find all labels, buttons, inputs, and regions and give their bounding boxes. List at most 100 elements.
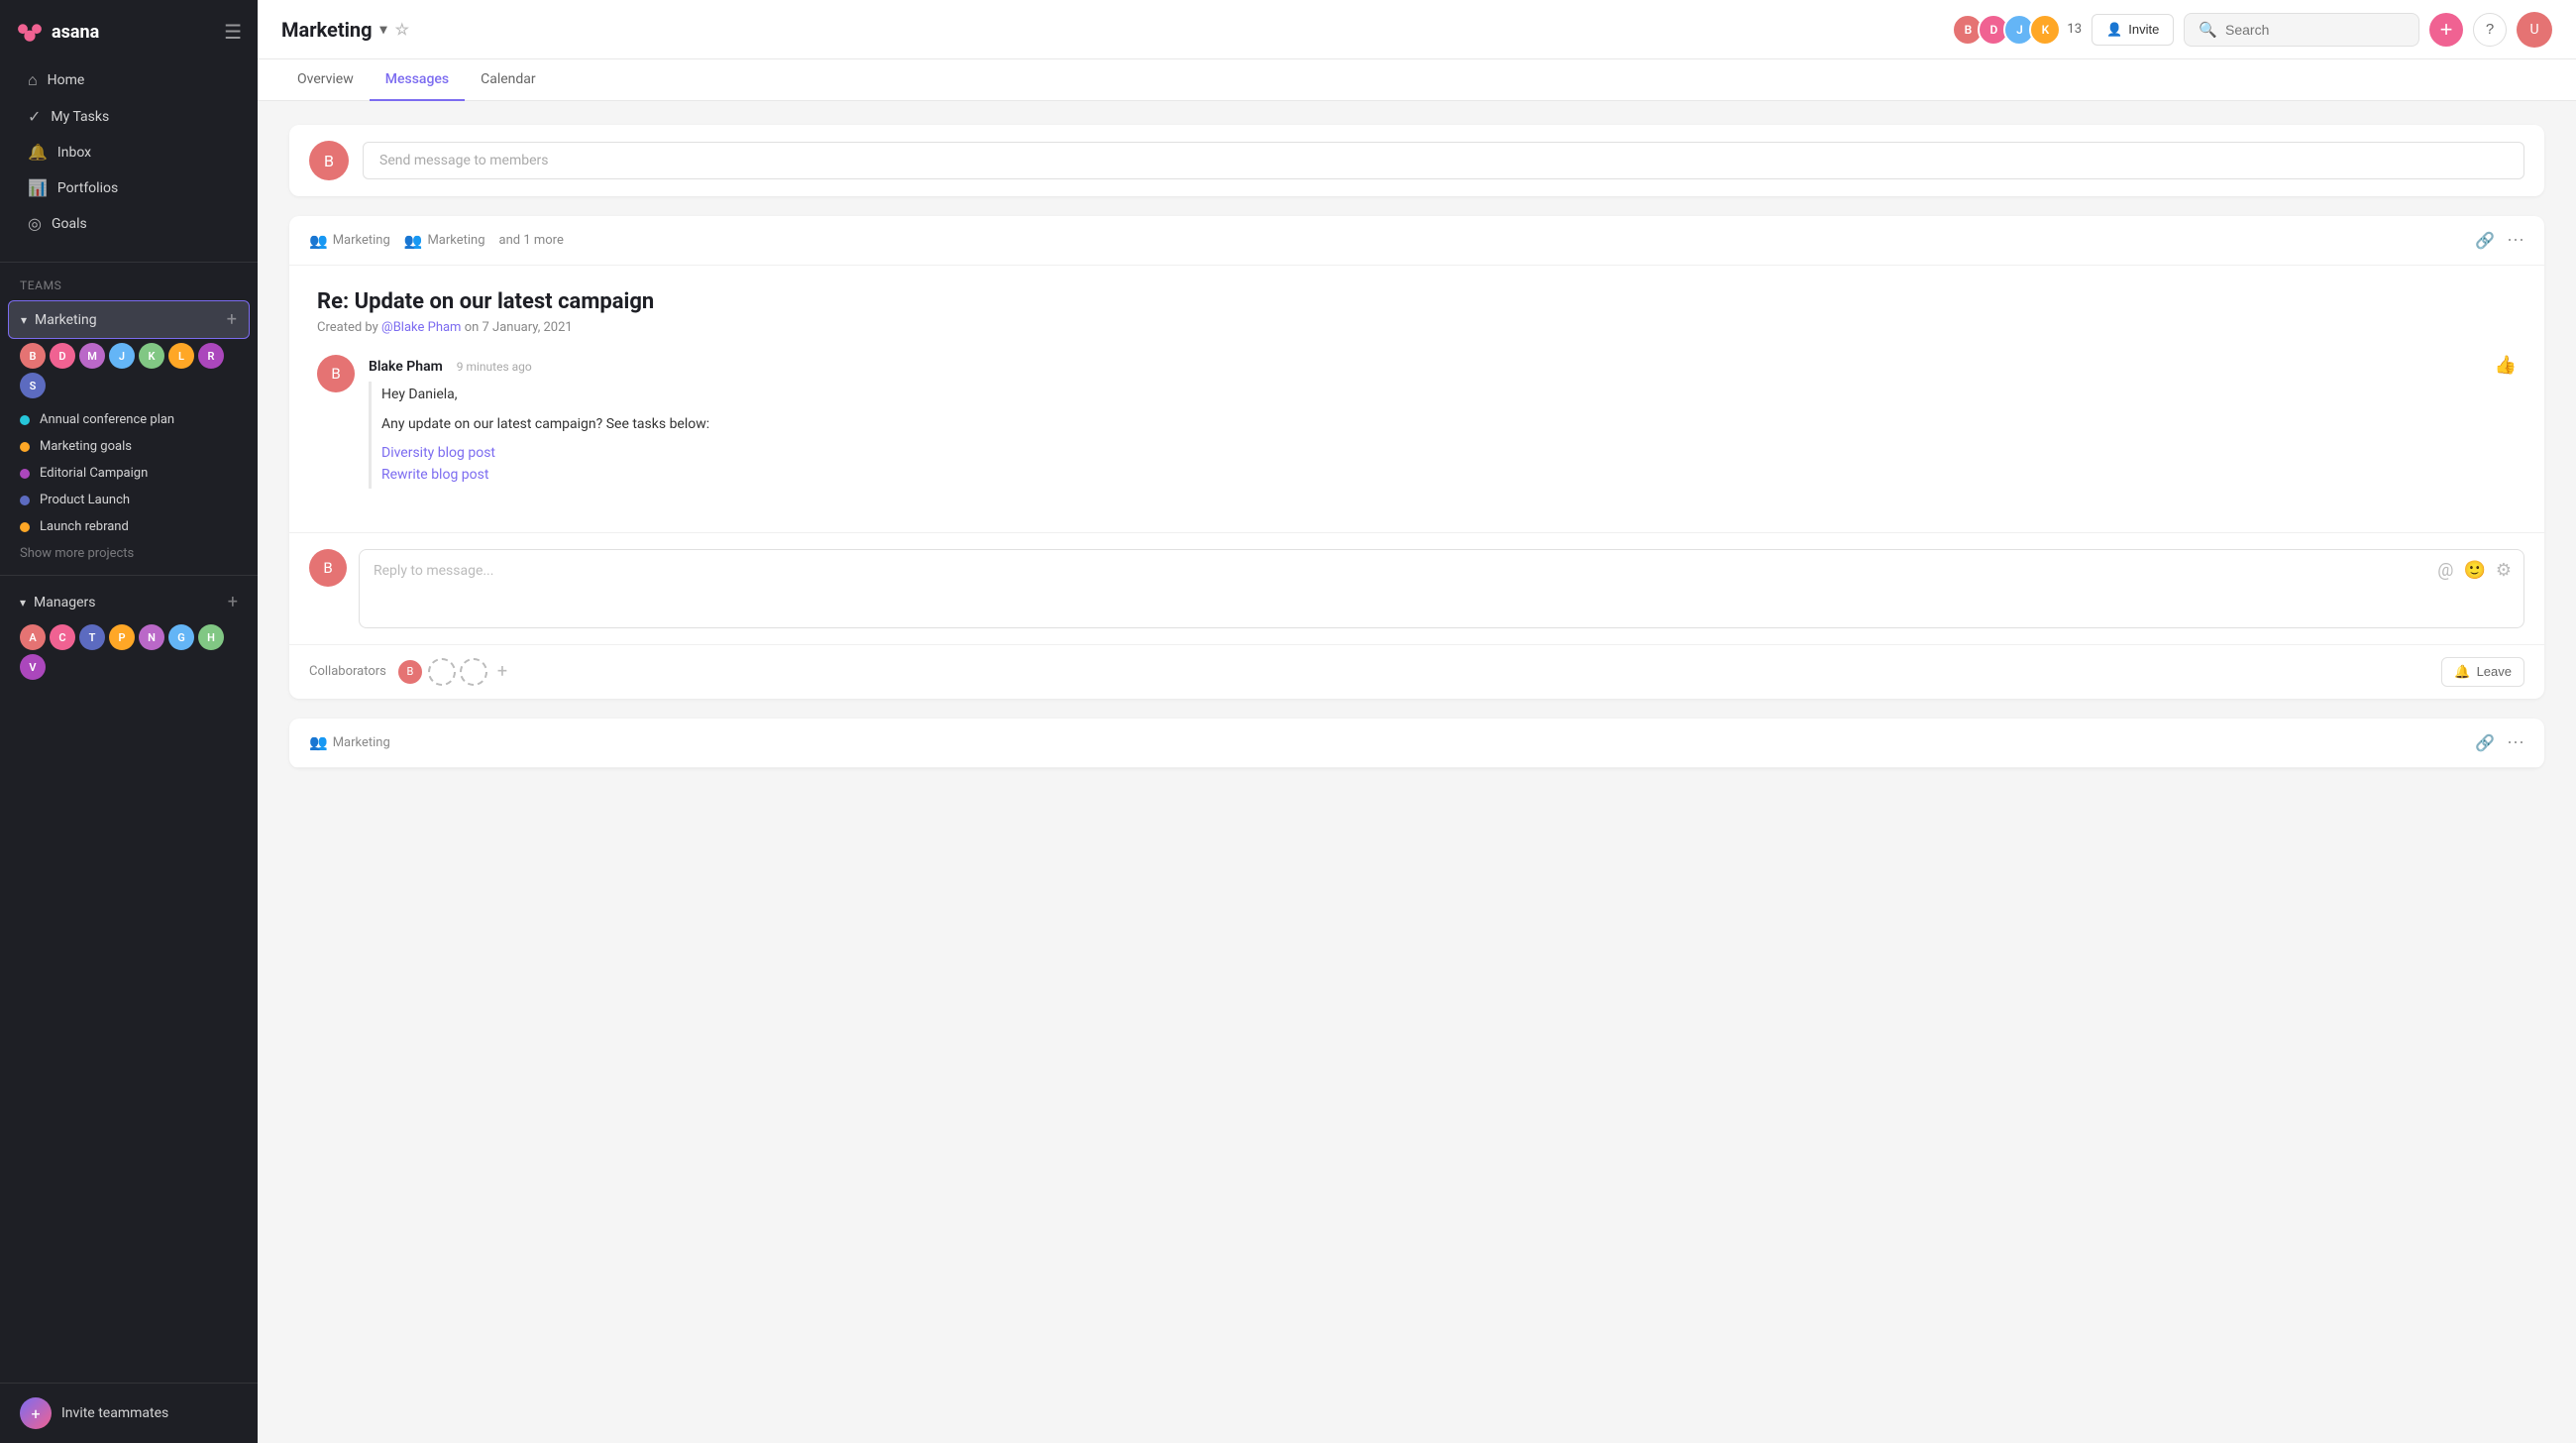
person-plus-icon: 👤: [2106, 22, 2122, 38]
project-item-annual-conference[interactable]: Annual conference plan: [0, 406, 258, 433]
tab-overview[interactable]: Overview: [281, 59, 370, 101]
add-collaborator-placeholder: [460, 658, 487, 686]
main-area: Marketing ▾ ☆ B D J K 13 👤 Invite 🔍 +: [258, 0, 2576, 1443]
header-actions: 🔗 ⋯: [2475, 230, 2524, 251]
add-collaborator-button[interactable]: +: [497, 661, 507, 682]
bell-icon: 🔔: [28, 143, 48, 162]
sidebar-toggle[interactable]: ☰: [224, 20, 242, 44]
avatar: V: [20, 654, 46, 680]
composer-avatar: B: [309, 141, 349, 180]
avatar: C: [50, 624, 75, 650]
page-title: Marketing ▾ ☆: [281, 18, 1940, 42]
avatar: N: [139, 624, 164, 650]
add-collaborator-placeholder: [428, 658, 456, 686]
check-icon: ✓: [28, 107, 41, 126]
link-icon[interactable]: 🔗: [2475, 231, 2495, 250]
message-body: Re: Update on our latest campaign Create…: [289, 266, 2544, 532]
sidebar-header: asana ☰: [0, 0, 258, 57]
collaborators-bar: Collaborators B + 🔔 Leave: [289, 644, 2544, 699]
message-title: Re: Update on our latest campaign: [317, 289, 2517, 314]
reply-area: B Reply to message... @ 🙂 ⚙: [289, 532, 2544, 644]
avatar: J: [109, 343, 135, 369]
avatar: M: [79, 343, 105, 369]
reply-composer: B Reply to message... @ 🙂 ⚙: [309, 549, 2524, 628]
search-box[interactable]: 🔍: [2184, 13, 2419, 47]
chevron-down-icon: ▾: [21, 313, 27, 327]
link-icon[interactable]: 🔗: [2475, 733, 2495, 752]
project-item-launch-rebrand[interactable]: Launch rebrand: [0, 513, 258, 540]
tabs-bar: Overview Messages Calendar: [258, 59, 2576, 101]
like-button[interactable]: 👍: [2495, 355, 2517, 376]
tab-messages[interactable]: Messages: [370, 59, 465, 101]
message-content: Blake Pham 9 minutes ago 👍 Hey Daniela, …: [369, 355, 2517, 489]
add-team-project-button[interactable]: +: [228, 592, 238, 612]
reply-toolbar: @ 🙂 ⚙: [2437, 560, 2512, 581]
message-thread-card: 👥 Marketing 👥 Marketing and 1 more 🔗 ⋯ R…: [289, 216, 2544, 699]
sidebar-item-portfolios[interactable]: 📊 Portfolios: [8, 170, 250, 205]
project-dot: [20, 496, 30, 505]
sidebar-item-inbox[interactable]: 🔔 Inbox: [8, 135, 250, 169]
second-recipient: 👥 Marketing: [309, 733, 390, 751]
avatar: K: [139, 343, 164, 369]
sidebar-item-home[interactable]: ⌂ Home: [8, 62, 250, 98]
sidebar-item-goals[interactable]: ◎ Goals: [8, 206, 250, 241]
invite-button[interactable]: 👤 Invite: [2092, 14, 2174, 46]
reply-input[interactable]: Reply to message... @ 🙂 ⚙: [359, 549, 2524, 628]
group-icon: 👥: [404, 232, 423, 250]
help-button[interactable]: ?: [2473, 13, 2507, 47]
goals-icon: ◎: [28, 214, 42, 233]
at-icon[interactable]: @: [2437, 560, 2453, 581]
compose-input[interactable]: Send message to members: [363, 142, 2524, 179]
second-message-card: 👥 Marketing 🔗 ⋯: [289, 719, 2544, 768]
invite-teammates-button[interactable]: + Invite teammates: [0, 1383, 258, 1443]
portfolios-icon: 📊: [28, 178, 48, 197]
chevron-down-icon: ▾: [20, 596, 26, 610]
message-item: B Blake Pham 9 minutes ago 👍 Hey Daniela…: [317, 355, 2517, 489]
rewrite-blog-post-link[interactable]: Rewrite blog post: [381, 464, 2517, 486]
avatar: D: [50, 343, 75, 369]
add-button[interactable]: +: [2429, 13, 2463, 47]
member-avatars: B D J K 13: [1952, 14, 2082, 46]
star-icon[interactable]: ☆: [395, 20, 409, 39]
marketing-team-avatars: B D M J K L R S: [0, 339, 258, 406]
more-options-icon[interactable]: ⋯: [2507, 230, 2524, 251]
asana-logo[interactable]: asana: [16, 18, 99, 46]
message-text: Hey Daniela, Any update on our latest ca…: [369, 382, 2517, 489]
team-item-marketing[interactable]: ▾ Marketing +: [8, 300, 250, 339]
message-author-avatar: B: [317, 355, 355, 392]
tab-calendar[interactable]: Calendar: [465, 59, 552, 101]
collab-avatars: B: [396, 658, 487, 686]
sidebar-item-my-tasks[interactable]: ✓ My Tasks: [8, 99, 250, 134]
task-icon[interactable]: ⚙: [2496, 560, 2512, 581]
emoji-icon[interactable]: 🙂: [2463, 560, 2485, 581]
group-icon: 👥: [309, 232, 328, 250]
more-options-icon[interactable]: ⋯: [2507, 732, 2524, 753]
sidebar-nav: ⌂ Home ✓ My Tasks 🔔 Inbox 📊 Portfolios ◎…: [0, 57, 258, 254]
reply-avatar: B: [309, 549, 347, 587]
message-card-header: 👥 Marketing 👥 Marketing and 1 more 🔗 ⋯: [289, 216, 2544, 266]
diversity-blog-post-link[interactable]: Diversity blog post: [381, 442, 2517, 464]
managers-team-avatars: A C T P N G H V: [0, 620, 258, 688]
avatar: P: [109, 624, 135, 650]
collaborators-left: Collaborators B +: [309, 658, 507, 686]
avatar: K: [2029, 14, 2061, 46]
project-item-marketing-goals[interactable]: Marketing goals: [0, 433, 258, 460]
avatar: H: [198, 624, 224, 650]
chevron-down-icon[interactable]: ▾: [380, 22, 387, 38]
avatar: A: [20, 624, 46, 650]
project-item-product-launch[interactable]: Product Launch: [0, 487, 258, 513]
leave-button[interactable]: 🔔 Leave: [2441, 657, 2524, 687]
user-avatar[interactable]: U: [2517, 12, 2552, 48]
recipients: 👥 Marketing 👥 Marketing and 1 more: [309, 232, 564, 250]
search-input[interactable]: [2225, 22, 2405, 38]
add-team-project-button[interactable]: +: [227, 309, 237, 330]
search-icon: 🔍: [2199, 21, 2217, 39]
message-meta: Created by @Blake Pham on 7 January, 202…: [317, 320, 2517, 335]
home-icon: ⌂: [28, 70, 38, 90]
team-item-managers[interactable]: ▾ Managers +: [0, 584, 258, 620]
project-dot: [20, 522, 30, 532]
project-item-editorial-campaign[interactable]: Editorial Campaign: [0, 460, 258, 487]
show-more-projects-button[interactable]: Show more projects: [0, 540, 258, 567]
avatar: B: [20, 343, 46, 369]
collaborator-avatar: B: [396, 658, 424, 686]
